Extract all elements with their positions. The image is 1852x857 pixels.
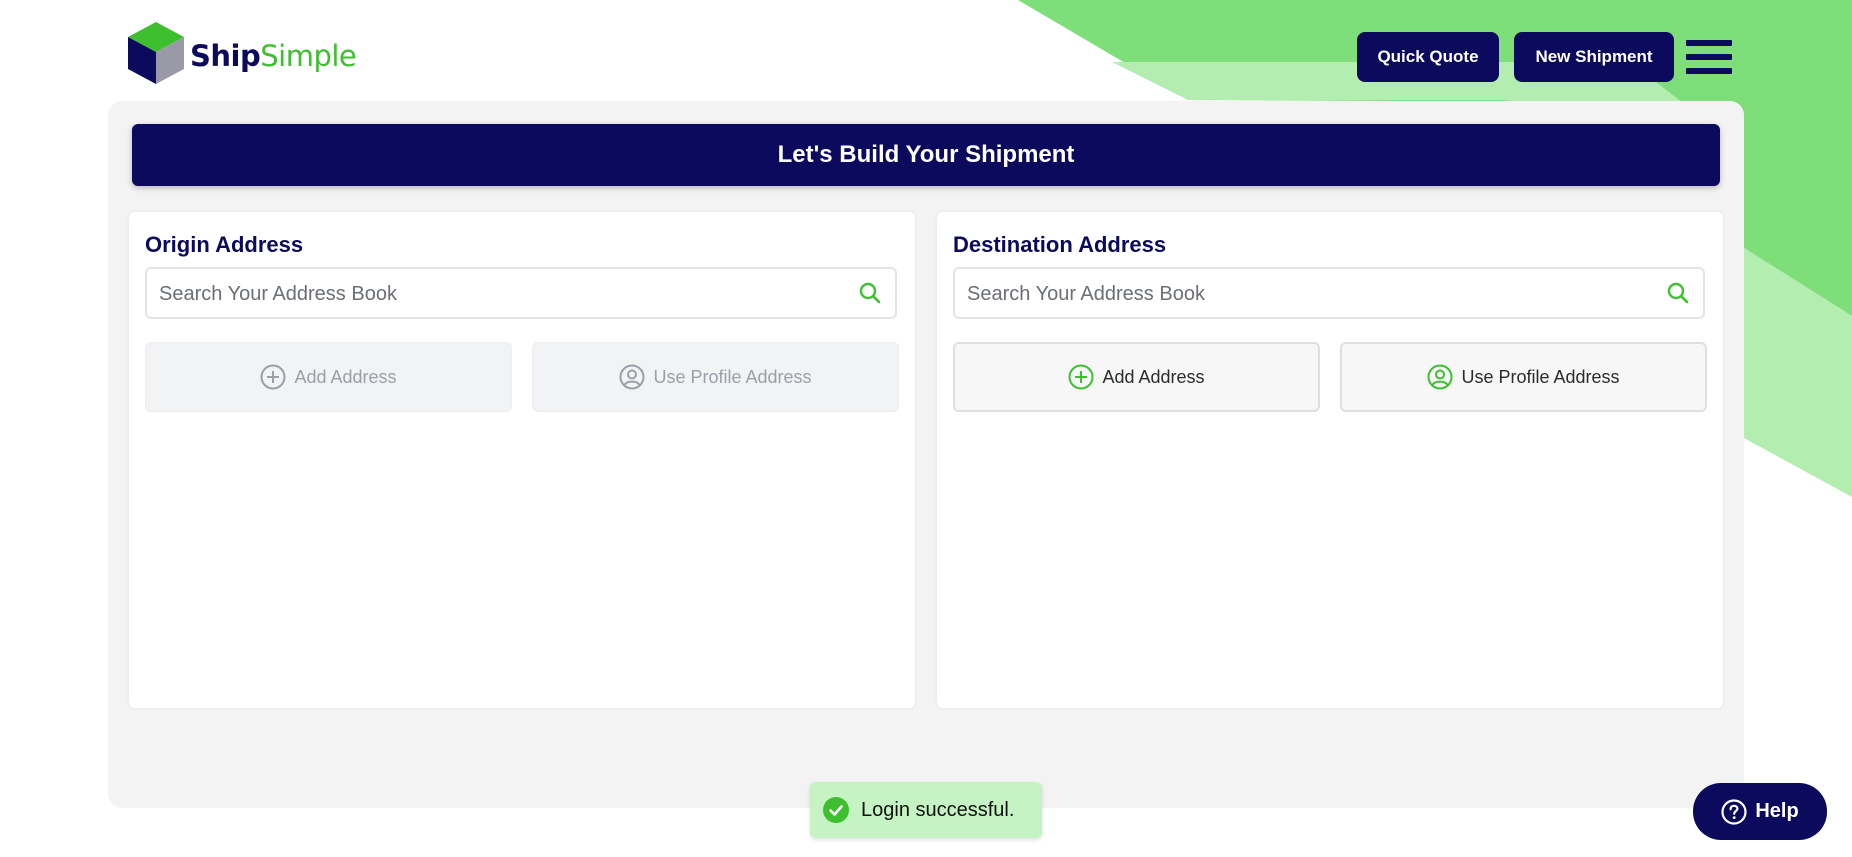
destination-add-address-label: Add Address (1102, 366, 1205, 387)
origin-add-address-label: Add Address (294, 366, 397, 387)
origin-search-box[interactable] (145, 267, 897, 319)
hamburger-line (1686, 68, 1732, 74)
toast-message: Login successful. (861, 798, 1015, 821)
shipsimple-logo[interactable]: ShipSimple (126, 20, 357, 86)
plus-circle-icon (260, 364, 286, 390)
quick-quote-button[interactable]: Quick Quote (1357, 32, 1499, 82)
help-label: Help (1755, 800, 1799, 822)
hamburger-icon[interactable] (1686, 40, 1732, 74)
origin-address-card: Origin Address Add Address Use Profile A… (129, 212, 915, 708)
hamburger-line (1686, 54, 1732, 60)
destination-address-card: Destination Address Add Address Use Prof… (937, 212, 1723, 708)
cube-logo-icon (128, 22, 184, 84)
destination-search-input[interactable] (965, 269, 1649, 319)
origin-address-heading: Origin Address (145, 232, 304, 257)
page-title: Let's Build Your Shipment (132, 124, 1720, 186)
destination-add-address-button[interactable]: Add Address (953, 342, 1320, 412)
brand-wordmark: ShipSimple (190, 38, 357, 73)
brand-name-part2: Simple (260, 38, 357, 73)
search-icon[interactable] (1667, 282, 1689, 304)
user-circle-icon (1427, 364, 1453, 390)
origin-add-address-button[interactable]: Add Address (145, 342, 512, 412)
destination-use-profile-address-label: Use Profile Address (1461, 366, 1620, 387)
help-button[interactable]: Help (1693, 783, 1827, 840)
destination-search-box[interactable] (953, 267, 1705, 319)
origin-search-input[interactable] (157, 269, 841, 319)
plus-circle-icon (1068, 364, 1094, 390)
new-shipment-button[interactable]: New Shipment (1514, 32, 1674, 82)
search-icon[interactable] (859, 282, 881, 304)
login-success-toast[interactable]: Login successful. (810, 782, 1042, 838)
destination-address-heading: Destination Address (953, 232, 1167, 257)
hamburger-line (1686, 40, 1732, 46)
user-circle-icon (619, 364, 645, 390)
origin-use-profile-address-label: Use Profile Address (653, 366, 812, 387)
destination-use-profile-address-button[interactable]: Use Profile Address (1340, 342, 1707, 412)
brand-name-part1: Ship (190, 38, 261, 73)
check-circle-icon (823, 797, 849, 823)
question-circle-icon (1721, 798, 1747, 825)
origin-use-profile-address-button[interactable]: Use Profile Address (532, 342, 899, 412)
